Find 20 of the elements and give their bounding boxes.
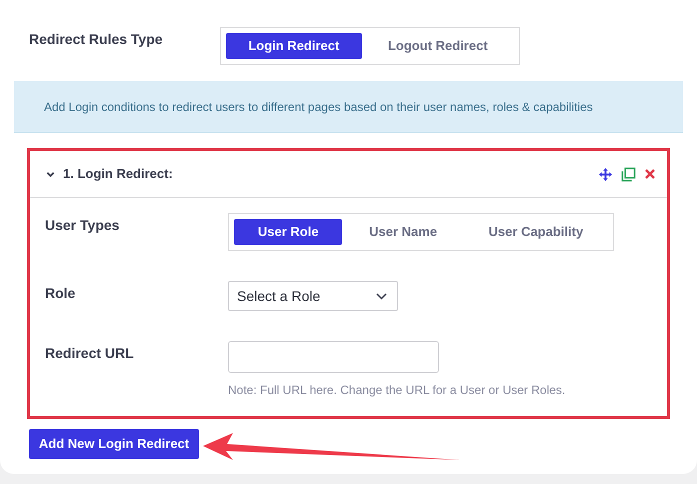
rule-title: 1. Login Redirect: (63, 165, 173, 184)
url-input[interactable] (228, 341, 439, 373)
tab[interactable]: User Name (342, 219, 464, 245)
tab[interactable]: User Capability (464, 219, 608, 245)
chevron-icon[interactable] (46, 170, 55, 178)
notice-text: Add Login conditions to redirect users to different pages based on their user names, roles & capabilities (44, 98, 593, 116)
add-redirect-button[interactable]: Add New Login Redirect (29, 429, 199, 459)
tab[interactable]: Login Redirect (226, 33, 362, 59)
close-icon[interactable] (644, 168, 656, 180)
tab[interactable]: User Role (234, 219, 342, 245)
role-select[interactable]: Select a Role (228, 281, 398, 311)
field-label: User Types (45, 216, 120, 235)
field-label: Redirect URL (45, 344, 135, 363)
move-icon[interactable] (598, 166, 613, 182)
field-note: Note: Full URL here. Change the URL for a User or User Roles. (228, 382, 566, 399)
copy-icon[interactable] (621, 166, 636, 182)
section-label: Redirect Rules Type (29, 30, 164, 49)
field-label: Role (45, 284, 76, 303)
chevron-icon (376, 292, 387, 300)
tab[interactable]: Logout Redirect (362, 33, 514, 59)
